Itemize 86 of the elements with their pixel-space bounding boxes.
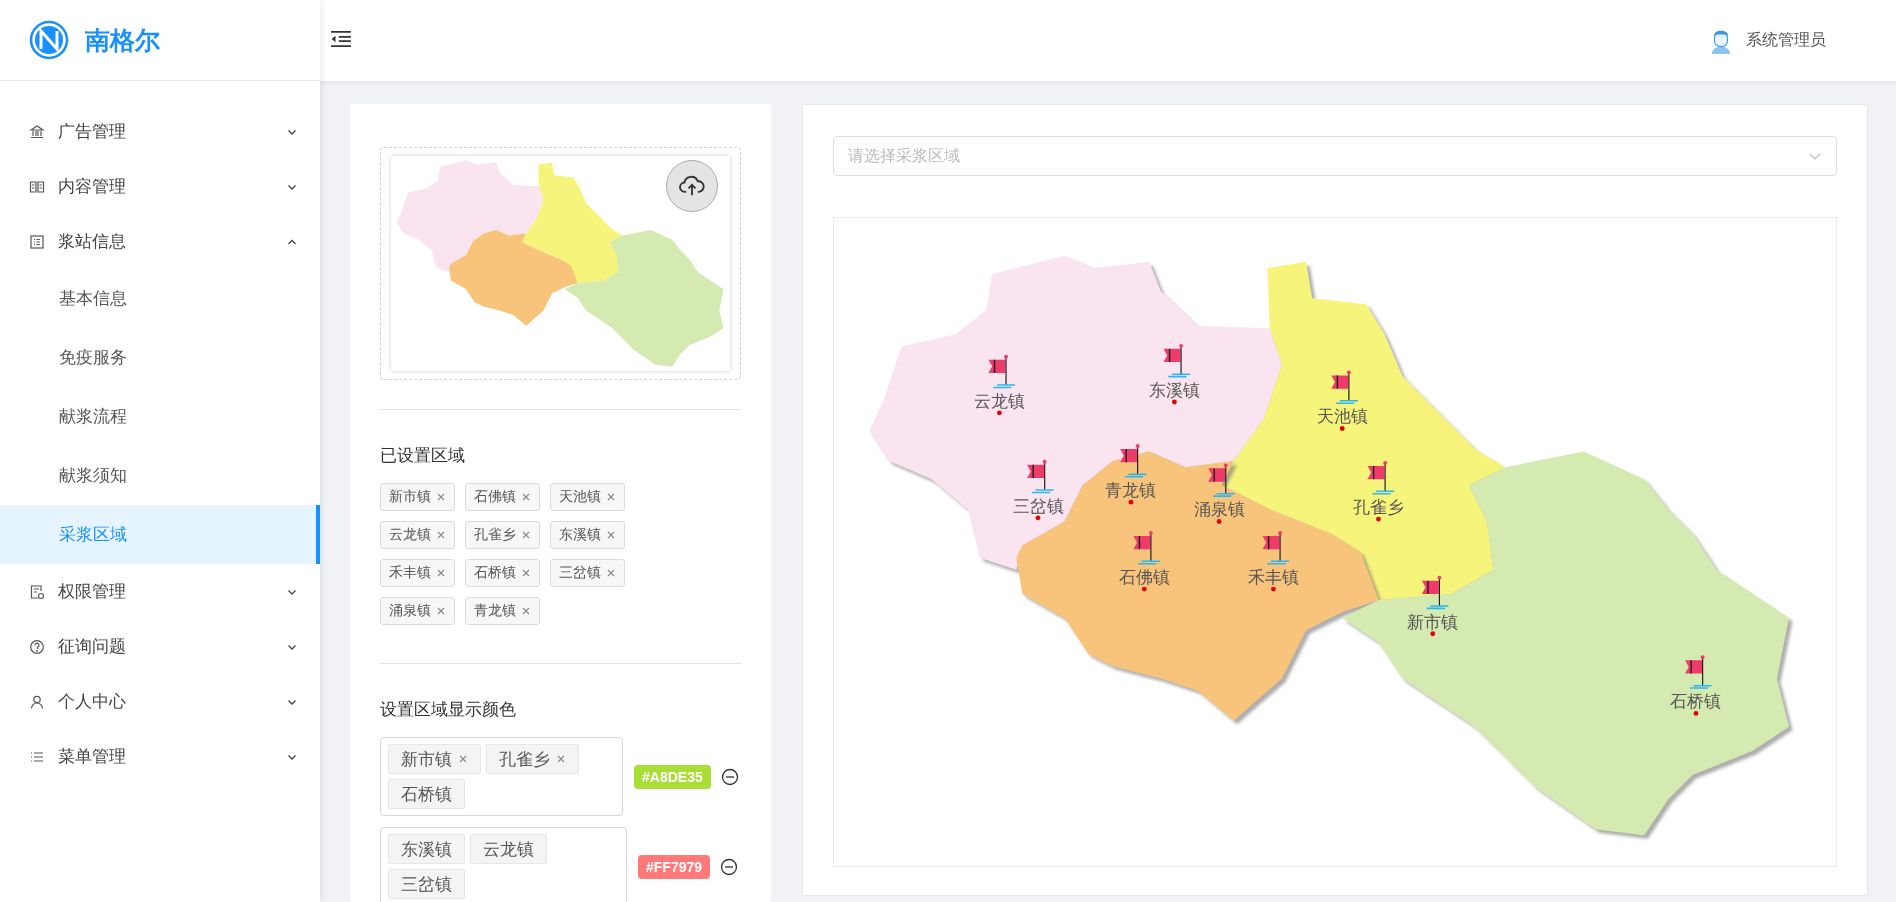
tag-label: 新市镇 [401, 748, 452, 771]
menu-icon [29, 583, 45, 600]
town-label: 青龙镇 [1105, 481, 1157, 501]
tag-label: 东溪镇 [559, 526, 601, 544]
close-icon[interactable] [436, 530, 446, 540]
town-label: 石桥镇 [1670, 692, 1722, 712]
menu-icon [29, 123, 45, 140]
close-icon[interactable] [606, 492, 616, 502]
collapse-menu-icon[interactable] [330, 29, 352, 48]
location-dot [1141, 586, 1147, 592]
close-icon[interactable] [606, 568, 616, 578]
close-icon[interactable] [521, 492, 531, 502]
menu-item[interactable]: 内容管理 [0, 159, 320, 214]
tag-label: 孔雀乡 [474, 526, 516, 544]
location-dot [1693, 711, 1699, 716]
town-label: 石佛镇 [1118, 568, 1170, 588]
tag-label: 石佛镇 [474, 488, 516, 506]
tag-label: 三岔镇 [559, 564, 601, 582]
close-icon[interactable] [436, 492, 446, 502]
remove-icon[interactable] [720, 767, 739, 786]
flag-icon[interactable] [1685, 655, 1713, 689]
town-label: 禾丰镇 [1247, 568, 1299, 588]
close-icon[interactable] [521, 530, 531, 540]
tag-label: 石桥镇 [474, 564, 516, 582]
close-icon[interactable] [521, 606, 531, 616]
brand-name: 南格尔 [85, 24, 160, 56]
remove-icon[interactable] [720, 857, 739, 876]
tag-label: 东溪镇 [401, 838, 452, 861]
close-icon[interactable] [458, 754, 468, 764]
menu-icon [29, 693, 45, 710]
menu-item[interactable]: 征询问题 [0, 619, 320, 674]
close-icon[interactable] [521, 568, 531, 578]
close-icon[interactable] [556, 754, 566, 764]
menu-item[interactable]: 广告管理 [0, 104, 320, 159]
section-title: 已设置区域 [380, 445, 466, 467]
tag-label: 孔雀乡 [499, 748, 550, 771]
submenu-item[interactable]: 献浆流程 [0, 387, 320, 446]
location-dot [1430, 631, 1436, 637]
menu-icon [29, 233, 45, 250]
town-label: 涌泉镇 [1193, 500, 1245, 520]
flag-icon[interactable] [1120, 444, 1148, 478]
location-dot [1271, 586, 1276, 592]
menu-item[interactable]: 浆站信息 [0, 214, 320, 269]
menu-icon [29, 178, 45, 195]
flag-icon[interactable] [1421, 575, 1450, 610]
region-select-field[interactable]: 东溪镇 云龙镇 三岔镇 [380, 827, 627, 902]
location-dot [1216, 519, 1222, 524]
location-dot [1376, 516, 1381, 522]
flag-icon[interactable] [1027, 459, 1055, 494]
town-label: 东溪镇 [1148, 380, 1200, 400]
location-dot [1339, 426, 1345, 431]
town-label: 云龙镇 [973, 391, 1025, 411]
town-label: 孔雀乡 [1352, 498, 1404, 518]
location-dot [1128, 499, 1134, 505]
town-label: 新市镇 [1407, 612, 1459, 632]
tag-label: 青龙镇 [474, 602, 516, 620]
tag-label: 三岔镇 [401, 873, 452, 896]
location-dot [997, 410, 1002, 416]
close-icon[interactable] [606, 530, 616, 540]
region-select-field[interactable]: 新市镇 孔雀乡 石桥镇 [380, 737, 623, 816]
tag-label: 云龙镇 [389, 526, 431, 544]
tag-label: 禾丰镇 [389, 564, 431, 582]
tag-label: 天池镇 [559, 488, 601, 506]
menu-item[interactable]: 菜单管理 [0, 729, 320, 784]
flag-icon[interactable] [1331, 370, 1359, 404]
location-dot [1172, 399, 1177, 405]
menu-item[interactable]: 权限管理 [0, 564, 320, 619]
menu-item[interactable]: 个人中心 [0, 674, 320, 729]
user-name[interactable]: 系统管理员 [1746, 30, 1826, 51]
submenu-item[interactable]: 献浆须知 [0, 446, 320, 505]
menu-icon [29, 638, 45, 655]
town-label: 三岔镇 [1012, 496, 1064, 516]
flag-icon[interactable] [1208, 463, 1236, 497]
town-label: 天池镇 [1316, 407, 1368, 427]
tag-label: 新市镇 [389, 488, 431, 506]
section-title: 设置区域显示颜色 [380, 699, 517, 721]
submenu-item[interactable]: 免疫服务 [0, 328, 320, 387]
tag-label: 涌泉镇 [389, 602, 431, 620]
logo-icon [29, 20, 69, 60]
close-icon[interactable] [436, 606, 446, 616]
submenu-item[interactable]: 基本信息 [0, 269, 320, 328]
tag-label: 石桥镇 [401, 783, 452, 806]
region-shape[interactable] [869, 255, 1282, 570]
close-icon[interactable] [436, 568, 446, 578]
location-dot [1035, 515, 1041, 521]
tag-label: 云龙镇 [483, 838, 534, 861]
